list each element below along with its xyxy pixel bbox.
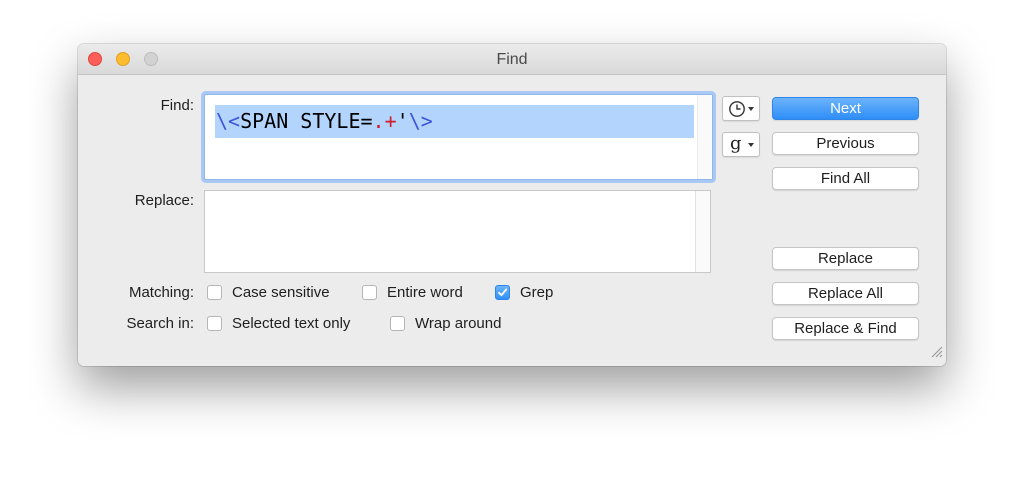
wrap-around-label[interactable]: Wrap around	[415, 315, 501, 332]
chevron-down-icon	[748, 107, 754, 111]
replace-input[interactable]	[204, 190, 711, 273]
grep-checkbox[interactable]	[495, 285, 510, 300]
recent-searches-popup[interactable]	[722, 96, 760, 121]
replace-all-button[interactable]: Replace All	[772, 282, 919, 305]
checkmark-icon	[498, 288, 508, 297]
search-in-label: Search in:	[126, 315, 194, 332]
entire-word-checkbox[interactable]	[362, 285, 377, 300]
chevron-down-icon	[748, 143, 754, 147]
find-token-meta: .	[372, 109, 385, 133]
grep-pattern-icon: g	[730, 133, 742, 154]
title-bar[interactable]: Find	[78, 44, 946, 75]
window-title: Find	[496, 51, 528, 68]
matching-label: Matching:	[128, 284, 194, 301]
case-sensitive-label[interactable]: Case sensitive	[232, 284, 330, 301]
wrap-around-checkbox[interactable]	[390, 316, 405, 331]
replace-and-find-button[interactable]: Replace & Find	[772, 317, 919, 340]
replace-input-scrollbar[interactable]	[695, 191, 710, 272]
find-input[interactable]: \<SPAN STYLE=.+'\>	[204, 94, 713, 180]
find-window: Find Find: \<SPAN STYLE=.+'\> Replace: g…	[78, 44, 946, 366]
find-input-text[interactable]: \<SPAN STYLE=.+'\>	[215, 105, 694, 138]
replace-label: Replace:	[134, 192, 194, 209]
resize-grip-icon[interactable]	[929, 344, 943, 363]
find-token-plain: SPAN STYLE=	[240, 109, 373, 133]
selected-text-only-checkbox[interactable]	[207, 316, 222, 331]
clock-icon	[728, 100, 746, 123]
find-token-escape: \>	[408, 109, 433, 133]
replace-button[interactable]: Replace	[772, 247, 919, 270]
find-token-meta: +	[384, 109, 397, 133]
find-label: Find:	[160, 97, 194, 114]
entire-word-label[interactable]: Entire word	[387, 284, 463, 301]
find-token-escape: \<	[216, 109, 241, 133]
find-token-plain: '	[396, 109, 409, 133]
next-button[interactable]: Next	[772, 97, 919, 120]
selected-text-only-label[interactable]: Selected text only	[232, 315, 350, 332]
case-sensitive-checkbox[interactable]	[207, 285, 222, 300]
find-all-button[interactable]: Find All	[772, 167, 919, 190]
grep-patterns-popup[interactable]: g	[722, 132, 760, 157]
previous-button[interactable]: Previous	[772, 132, 919, 155]
find-input-scrollbar[interactable]	[697, 95, 712, 179]
grep-label[interactable]: Grep	[520, 284, 553, 301]
